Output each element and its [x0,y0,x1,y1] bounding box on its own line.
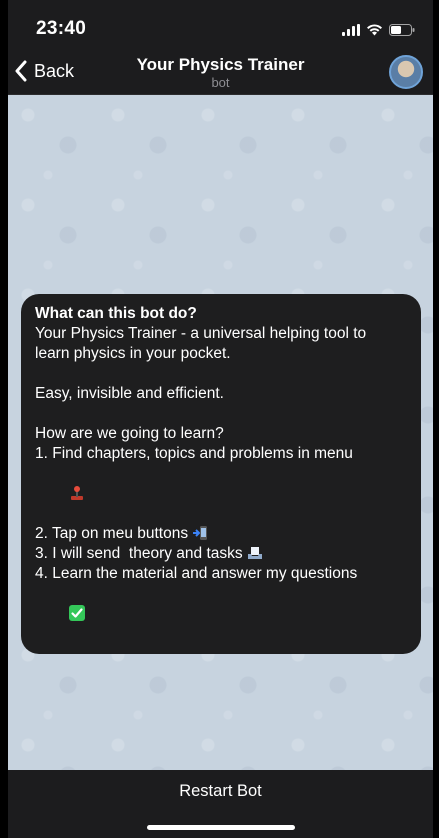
card-question: How are we going to learn? [35,425,224,442]
card-step-4-emoji [35,584,407,644]
chat-subtitle: bot [211,75,230,90]
card-step-1-emoji [35,464,407,524]
chevron-left-icon [15,60,27,82]
card-tagline: Easy, invisible and efficient. [35,385,224,402]
restart-bot-button[interactable]: Restart Bot [8,770,433,812]
chat-title: Your Physics Trainer [136,55,305,74]
card-step-2-row: 2. Tap on meu buttons [35,524,407,544]
bot-avatar[interactable] [389,55,423,89]
nav-bar: Back Your Physics Trainer bot [8,50,433,95]
card-spacer [35,364,407,384]
bot-info-card: What can this bot do? Your Physics Train… [21,294,421,654]
back-button[interactable]: Back [14,56,74,86]
card-intro-line-2: learn physics in your pocket. [35,345,231,362]
inbox-tray-icon [247,547,262,559]
card-intro-line-1: Your Physics Trainer - a universal helpi… [35,325,367,342]
card-title: What can this bot do? [35,305,197,322]
phone-screen: 23:40 Back Your Physics Trainer bot What… [8,0,433,838]
card-spacer [35,404,407,424]
card-step-3-row: 3. I will send theory and tasks [35,544,407,564]
status-icons [342,22,415,38]
card-step-3: 3. I will send theory and tasks [35,545,243,562]
check-mark-icon [69,605,86,621]
battery-icon [389,24,415,36]
card-step-1: 1. Find chapters, topics and problems in… [35,445,353,462]
status-time: 23:40 [36,18,87,39]
card-step-2: 2. Tap on meu buttons [35,525,189,542]
bottom-bar: Restart Bot [8,770,433,838]
chat-header[interactable]: Your Physics Trainer bot [68,54,373,90]
chat-background: What can this bot do? Your Physics Train… [8,95,433,770]
home-indicator[interactable] [147,825,295,830]
joystick-icon [71,486,84,500]
card-step-4: 4. Learn the material and answer my ques… [35,565,358,582]
signal-icon [342,24,360,36]
status-bar: 23:40 [8,0,433,50]
phone-arrow-icon [193,526,208,540]
wifi-icon [367,24,382,36]
